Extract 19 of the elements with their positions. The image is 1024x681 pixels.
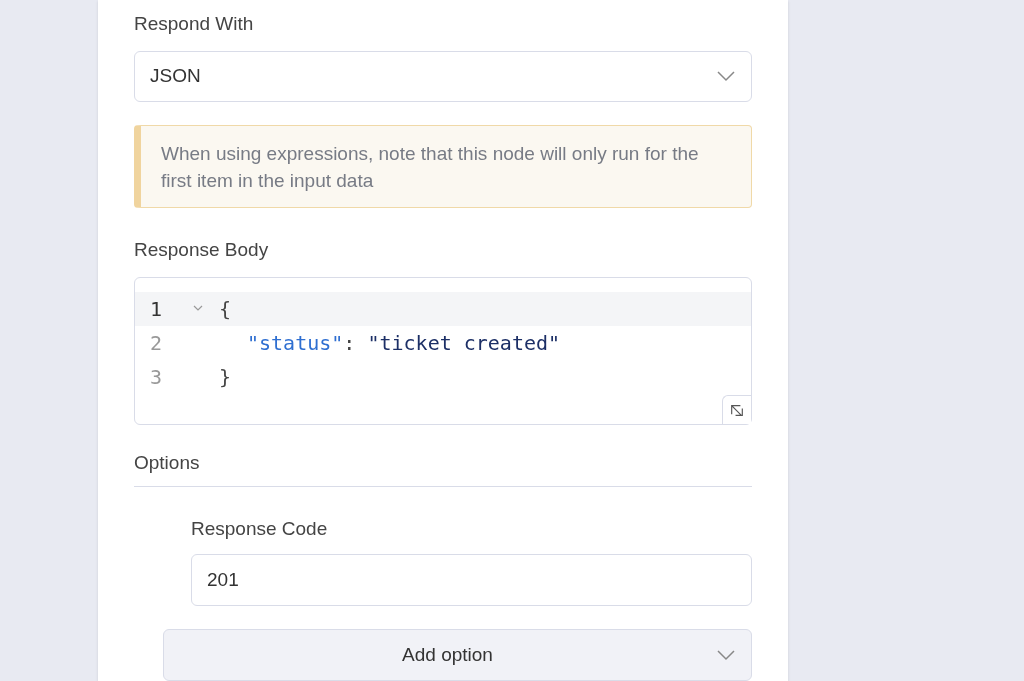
notice-text: When using expressions, note that this node will only run for the first item in the input data — [161, 141, 700, 193]
fold-caret-icon[interactable] — [193, 305, 203, 313]
field-label: Response Code — [191, 517, 328, 541]
code-line: { — [219, 295, 232, 323]
code-editor[interactable]: 1 { 2 "status": "ticket created" 3 } — [134, 276, 752, 426]
line-number: 2 — [148, 329, 163, 357]
line-number: 3 — [148, 363, 163, 391]
response-code-input[interactable]: 201 — [191, 554, 752, 607]
code-line: "status": "ticket created" — [246, 329, 561, 357]
field-label: Respond With — [134, 12, 254, 36]
field-label: Response Body — [134, 238, 269, 263]
code-line: } — [219, 363, 232, 391]
line-number: 1 — [148, 295, 163, 323]
expand-icon[interactable] — [722, 395, 751, 425]
chevron-down-icon — [716, 649, 736, 662]
chevron-down-icon — [716, 70, 736, 83]
respond-with-select[interactable]: JSON — [134, 50, 752, 103]
add-option-button[interactable]: Add option — [163, 629, 752, 681]
section-title: Options — [134, 451, 200, 476]
